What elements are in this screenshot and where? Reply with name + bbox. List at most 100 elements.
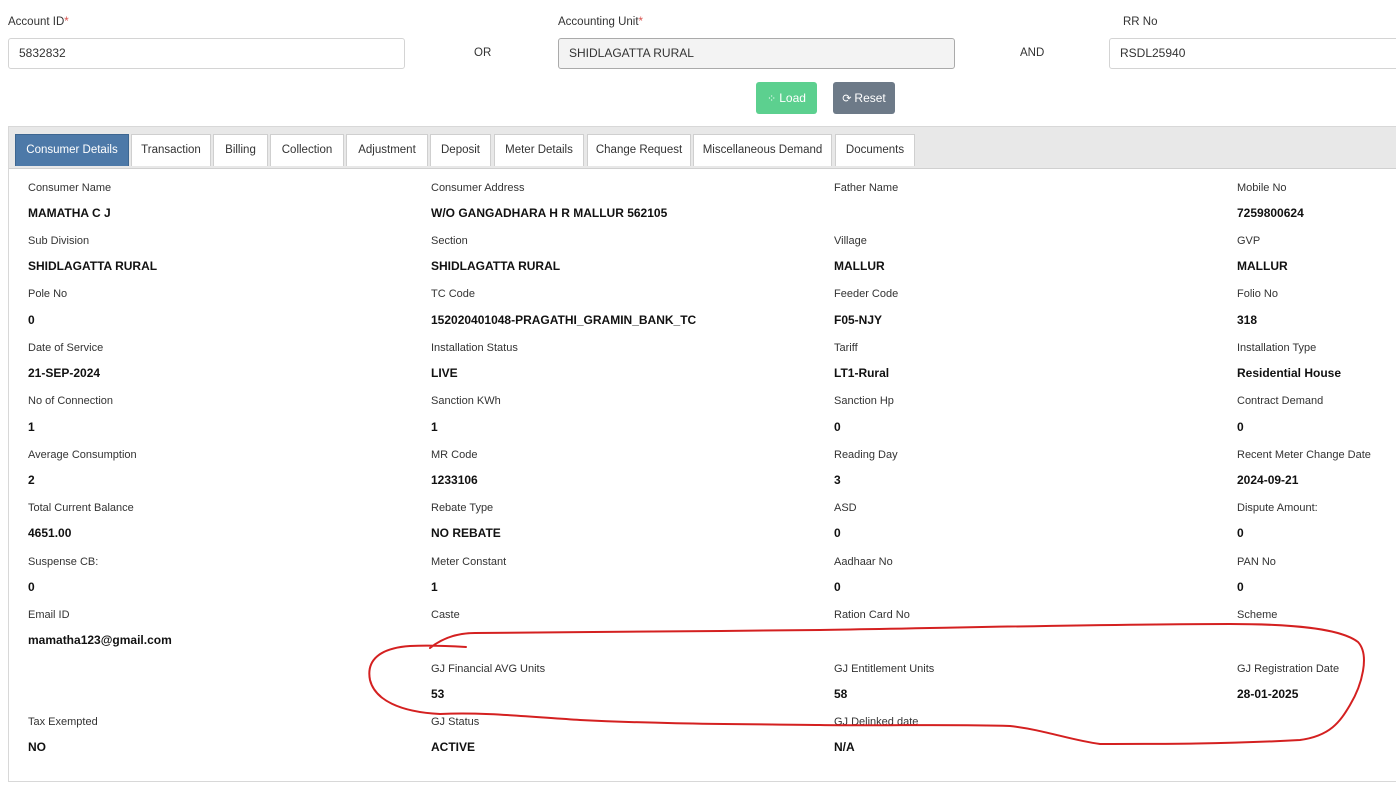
accounting-unit-select[interactable]: SHIDLAGATTA RURAL (558, 38, 955, 69)
tab-change-request[interactable]: Change Request (587, 134, 691, 166)
village-value: MALLUR (834, 259, 885, 273)
gj-delinked-date-label: GJ Delinked date (834, 716, 919, 728)
gvp-label: GVP (1237, 235, 1261, 247)
no-of-connection-label: No of Connection (28, 395, 113, 407)
suspense-cb-value: 0 (28, 580, 35, 594)
aadhaar-no-value: 0 (834, 580, 841, 594)
recent-meter-change-date-label: Recent Meter Change Date (1237, 449, 1371, 461)
spinner-icon: ⁘ (767, 93, 777, 105)
gj-entitlement-units-label: GJ Entitlement Units (834, 663, 935, 675)
tab-meter-details[interactable]: Meter Details (494, 134, 584, 166)
ration-card-no-label: Ration Card No (834, 609, 910, 621)
tax-exempted-value: NO (28, 740, 46, 754)
gj-status-value: ACTIVE (431, 740, 476, 754)
mr-code-label: MR Code (431, 449, 478, 461)
gj-entitlement-units-value: 58 (834, 687, 848, 701)
no-of-connection-value: 1 (28, 420, 35, 434)
folio-no-label: Folio No (1237, 288, 1278, 300)
email-id-label: Email ID (28, 609, 70, 621)
sanction-hp-value: 0 (834, 420, 841, 434)
rr-no-label: RR No (1123, 16, 1158, 28)
tab-adjustment[interactable]: Adjustment (346, 134, 428, 166)
consumer-panel: Consumer Details Transaction Billing Col… (8, 126, 1396, 782)
pan-no-label: PAN No (1237, 556, 1276, 568)
consumer-name-label: Consumer Name (28, 182, 112, 194)
reading-day-value: 3 (834, 473, 841, 487)
date-of-service-label: Date of Service (28, 342, 104, 354)
tab-collection[interactable]: Collection (270, 134, 344, 166)
contract-demand-value: 0 (1237, 420, 1244, 434)
gvp-value: MALLUR (1237, 259, 1288, 273)
gj-financial-avg-units-label: GJ Financial AVG Units (431, 663, 546, 675)
mobile-no-value: 7259800624 (1237, 206, 1304, 220)
pole-no-label: Pole No (28, 288, 68, 300)
meter-constant-value: 1 (431, 580, 438, 594)
installation-status-label: Installation Status (431, 342, 518, 354)
consumer-name-value: MAMATHA C J (28, 206, 111, 220)
recent-meter-change-date-value: 2024-09-21 (1237, 473, 1299, 487)
sanction-hp-label: Sanction Hp (834, 395, 894, 407)
feeder-code-value: F05-NJY (834, 313, 883, 327)
gj-financial-avg-units-value: 53 (431, 687, 445, 701)
total-current-balance-value: 4651.00 (28, 526, 72, 540)
section-label: Section (431, 235, 468, 247)
load-button[interactable]: ⁘ Load (756, 82, 817, 114)
average-consumption-label: Average Consumption (28, 449, 137, 461)
tc-code-label: TC Code (431, 288, 476, 300)
reading-day-label: Reading Day (834, 449, 898, 461)
father-name-label: Father Name (834, 182, 899, 194)
section-value: SHIDLAGATTA RURAL (431, 259, 561, 273)
installation-type-value: Residential House (1237, 366, 1342, 380)
account-id-input[interactable]: 5832832 (8, 38, 405, 69)
total-current-balance-label: Total Current Balance (28, 502, 134, 514)
caste-label: Caste (431, 609, 460, 621)
folio-no-value: 318 (1237, 313, 1258, 327)
installation-type-label: Installation Type (1237, 342, 1317, 354)
contract-demand-label: Contract Demand (1237, 395, 1324, 407)
tab-miscellaneous-demand[interactable]: Miscellaneous Demand (693, 134, 832, 166)
mr-code-value: 1233106 (431, 473, 478, 487)
aadhaar-no-label: Aadhaar No (834, 556, 893, 568)
tab-deposit[interactable]: Deposit (430, 134, 491, 166)
and-label: AND (1020, 47, 1045, 59)
dispute-amount-label: Dispute Amount: (1237, 502, 1318, 514)
average-consumption-value: 2 (28, 473, 35, 487)
consumer-address-label: Consumer Address (431, 182, 525, 194)
sub-division-value: SHIDLAGATTA RURAL (28, 259, 158, 273)
scheme-label: Scheme (1237, 609, 1278, 621)
date-of-service-value: 21-SEP-2024 (28, 366, 101, 380)
sub-division-label: Sub Division (28, 235, 90, 247)
accounting-unit-label: Accounting Unit* (558, 16, 644, 28)
gj-status-label: GJ Status (431, 716, 480, 728)
asd-label: ASD (834, 502, 857, 514)
tax-exempted-label: Tax Exempted (28, 716, 98, 728)
tab-documents[interactable]: Documents (835, 134, 915, 166)
tab-transaction[interactable]: Transaction (131, 134, 211, 166)
tariff-value: LT1-Rural (834, 366, 890, 380)
reset-button[interactable]: ⟳ Reset (833, 82, 895, 114)
tab-bar: Consumer Details Transaction Billing Col… (9, 127, 1396, 169)
gj-registration-date-label: GJ Registration Date (1237, 663, 1340, 675)
sanction-kwh-value: 1 (431, 420, 438, 434)
refresh-icon: ⟳ (842, 93, 852, 105)
email-id-value: mamatha123@gmail.com (28, 633, 172, 647)
rr-no-input[interactable]: RSDL25940 (1109, 38, 1396, 69)
gj-delinked-date-value: N/A (834, 740, 855, 754)
tab-consumer-details[interactable]: Consumer Details (15, 134, 129, 166)
tab-billing[interactable]: Billing (213, 134, 268, 166)
or-label: OR (474, 47, 492, 59)
consumer-address-value: W/O GANGADHARA H R MALLUR 562105 (431, 206, 668, 220)
pan-no-value: 0 (1237, 580, 1244, 594)
installation-status-value: LIVE (431, 366, 458, 380)
pole-no-value: 0 (28, 313, 35, 327)
dispute-amount-value: 0 (1237, 526, 1244, 540)
gj-registration-date-value: 28-01-2025 (1237, 687, 1299, 701)
village-label: Village (834, 235, 867, 247)
meter-constant-label: Meter Constant (431, 556, 507, 568)
feeder-code-label: Feeder Code (834, 288, 899, 300)
tc-code-value: 152020401048-PRAGATHI_GRAMIN_BANK_TC (431, 313, 697, 327)
mobile-no-label: Mobile No (1237, 182, 1287, 194)
rebate-type-label: Rebate Type (431, 502, 494, 514)
asd-value: 0 (834, 526, 841, 540)
tariff-label: Tariff (834, 342, 858, 354)
